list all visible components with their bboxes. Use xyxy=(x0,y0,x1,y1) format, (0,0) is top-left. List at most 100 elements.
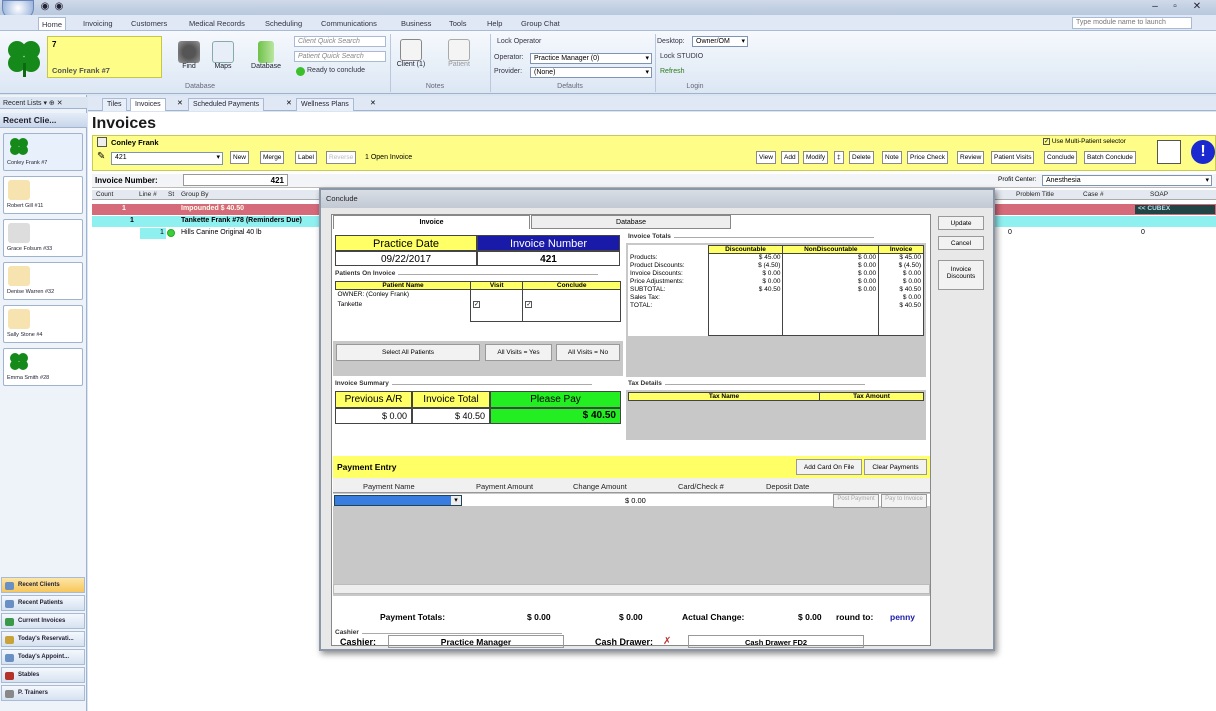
cashier-field[interactable]: Practice Manager xyxy=(388,635,564,648)
cancel-button[interactable]: Cancel xyxy=(938,236,984,250)
close-tab-icon[interactable]: ✕ xyxy=(177,99,183,107)
tab-database[interactable]: Database xyxy=(531,215,731,229)
pay-to-invoice-button[interactable]: Pay to Invoice xyxy=(881,494,927,508)
desktop-select[interactable]: Owner/OM xyxy=(692,36,748,47)
patient-quick-search-input[interactable]: Patient Quick Search xyxy=(294,51,386,62)
tab-wellness-plans[interactable]: Wellness Plans xyxy=(296,98,354,111)
update-button[interactable]: Update xyxy=(938,216,984,230)
provider-select[interactable]: (None) xyxy=(530,67,652,78)
select-all-patients-button[interactable]: Select All Patients xyxy=(336,344,480,361)
note-button[interactable]: Note xyxy=(882,151,902,164)
post-payment-button[interactable]: Post Payment xyxy=(833,494,879,508)
menu-tab-scheduling[interactable]: Scheduling xyxy=(262,17,305,30)
multi-patient-checkbox[interactable]: ✓ Use Multi-Patient selector xyxy=(1043,138,1126,145)
nav-current-invoices[interactable]: Current Invoices xyxy=(1,613,85,629)
price-check-button[interactable]: Price Check xyxy=(907,151,949,164)
view-button[interactable]: View xyxy=(756,151,776,164)
lock-studio-button[interactable]: Lock STUDIO xyxy=(660,53,703,60)
info-icon[interactable]: ! xyxy=(1191,140,1215,164)
minimize-icon[interactable]: – xyxy=(1148,1,1162,12)
tab-invoice[interactable]: Invoice xyxy=(333,215,530,229)
tab-scheduled-payments[interactable]: Scheduled Payments xyxy=(188,98,265,111)
refresh-button[interactable]: Refresh xyxy=(660,68,685,75)
profit-center-select[interactable]: Anesthesia xyxy=(1042,175,1212,186)
add-button[interactable]: Add xyxy=(781,151,799,164)
conclude-checkbox[interactable]: ✓ xyxy=(525,301,533,308)
col-status[interactable]: St xyxy=(168,191,174,198)
label-button[interactable]: Label xyxy=(295,151,317,164)
quick-access-icon[interactable]: ◉ xyxy=(52,1,66,12)
col-count[interactable]: Count xyxy=(96,191,113,198)
cash-drawer-icon[interactable]: ✗ xyxy=(663,636,671,647)
menu-tab-invoicing[interactable]: Invoicing xyxy=(80,17,116,30)
recent-clients-header[interactable]: Recent Clie... xyxy=(0,113,87,128)
col-group-by[interactable]: Group By xyxy=(181,191,208,198)
ready-to-conclude-label[interactable]: Ready to conclude xyxy=(307,67,365,74)
tab-tiles[interactable]: Tiles xyxy=(102,98,127,111)
menu-tab-home[interactable]: Home xyxy=(38,17,67,30)
soap-cell[interactable]: << CUBEX xyxy=(1135,205,1215,214)
nav-recent-clients[interactable]: Recent Clients xyxy=(1,577,85,593)
nav-todays-appointments[interactable]: Today's Appoint... xyxy=(1,649,85,665)
maximize-icon[interactable]: ▫ xyxy=(1168,1,1182,12)
sort-button[interactable]: ‡ xyxy=(834,151,844,164)
recent-client-tile[interactable]: Conley Frank #7 xyxy=(3,133,83,171)
menu-tab-help[interactable]: Help xyxy=(484,17,505,30)
nav-todays-reservations[interactable]: Today's Reservati... xyxy=(1,631,85,647)
recent-client-tile[interactable]: Grace Folsum #33 xyxy=(3,219,83,257)
maps-button[interactable]: Maps xyxy=(210,41,236,70)
recent-client-tile[interactable]: Robert Gill #11 xyxy=(3,176,83,214)
invoice-select[interactable]: 421 xyxy=(111,152,223,165)
horizontal-scrollbar[interactable] xyxy=(333,584,930,594)
menu-tab-medical-records[interactable]: Medical Records xyxy=(186,17,248,30)
patient-notes-button[interactable]: Patient xyxy=(436,39,482,68)
delete-button[interactable]: Delete xyxy=(849,151,874,164)
lock-operator-button[interactable]: Lock Operator xyxy=(497,38,541,45)
close-tab-icon[interactable]: ✕ xyxy=(370,99,376,107)
close-tab-icon[interactable]: ✕ xyxy=(286,99,292,107)
menu-tab-customers[interactable]: Customers xyxy=(128,17,170,30)
tab-invoices[interactable]: Invoices xyxy=(130,98,166,111)
current-client-box[interactable]: 7 Conley Frank #7 xyxy=(47,36,162,78)
batch-conclude-button[interactable]: Batch Conclude xyxy=(1084,151,1136,164)
list-view-icon[interactable] xyxy=(1157,140,1181,164)
reverse-button[interactable]: Reverse xyxy=(326,151,357,164)
all-visits-no-button[interactable]: All Visits = No xyxy=(556,344,620,361)
patient-visits-button[interactable]: Patient Visits xyxy=(991,151,1035,164)
recent-client-tile[interactable]: Denise Warren #32 xyxy=(3,262,83,300)
review-button[interactable]: Review xyxy=(957,151,985,164)
find-button[interactable]: Find xyxy=(176,41,202,70)
client-notes-button[interactable]: Client (1) xyxy=(396,39,426,68)
col-case[interactable]: Case # xyxy=(1083,191,1104,198)
add-card-on-file-button[interactable]: Add Card On File xyxy=(796,459,862,475)
round-to-value[interactable]: penny xyxy=(890,612,915,622)
database-button[interactable]: Database xyxy=(247,41,285,70)
menu-tab-group-chat[interactable]: Group Chat xyxy=(518,17,563,30)
merge-button[interactable]: Merge xyxy=(260,151,285,164)
recent-client-tile[interactable]: Sally Stone #4 xyxy=(3,305,83,343)
close-icon[interactable]: ✕ xyxy=(1190,1,1204,12)
cash-drawer-field[interactable]: Cash Drawer FD2 xyxy=(688,635,864,648)
recent-lists-header[interactable]: Recent Lists ▾ ⊕ ✕ xyxy=(0,97,87,109)
modify-button[interactable]: Modify xyxy=(803,151,829,164)
new-button[interactable]: New xyxy=(230,151,250,164)
quick-access-icon[interactable]: ◉ xyxy=(38,1,52,12)
nav-trainers[interactable]: P. Trainers xyxy=(1,685,85,701)
invoice-discounts-button[interactable]: Invoice Discounts xyxy=(938,260,984,290)
col-line[interactable]: Line # xyxy=(139,191,157,198)
menu-tab-business[interactable]: Business xyxy=(398,17,434,30)
nav-recent-patients[interactable]: Recent Patients xyxy=(1,595,85,611)
client-quick-search-input[interactable]: Client Quick Search xyxy=(294,36,386,47)
clear-payments-button[interactable]: Clear Payments xyxy=(864,459,927,475)
conclude-button[interactable]: Conclude xyxy=(1044,151,1078,164)
all-visits-yes-button[interactable]: All Visits = Yes xyxy=(485,344,552,361)
menu-tab-tools[interactable]: Tools xyxy=(446,17,470,30)
module-search-input[interactable]: Type module name to launch xyxy=(1072,17,1192,29)
nav-stables[interactable]: Stables xyxy=(1,667,85,683)
recent-client-tile[interactable]: Emma Smith #28 xyxy=(3,348,83,386)
dropdown-arrow-icon[interactable]: ▾ xyxy=(451,496,461,505)
col-soap[interactable]: SOAP xyxy=(1150,191,1168,198)
payment-name-select[interactable]: ▾ xyxy=(334,495,462,506)
operator-select[interactable]: Practice Manager (0) xyxy=(530,53,652,64)
visit-checkbox[interactable]: ✓ xyxy=(473,301,480,308)
